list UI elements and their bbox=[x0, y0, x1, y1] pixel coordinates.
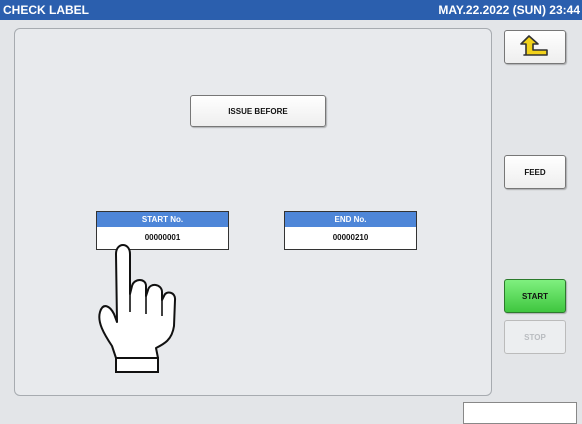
feed-button[interactable]: FEED bbox=[504, 155, 566, 189]
stop-button: STOP bbox=[504, 320, 566, 354]
start-no-label: START No. bbox=[97, 212, 228, 227]
return-arrow-icon bbox=[520, 35, 548, 56]
end-no-label: END No. bbox=[285, 212, 416, 227]
issue-before-button[interactable]: ISSUE BEFORE bbox=[190, 95, 326, 127]
screen-title: CHECK LABEL bbox=[3, 3, 89, 17]
status-field bbox=[463, 402, 577, 424]
back-button[interactable] bbox=[504, 30, 566, 64]
main-panel bbox=[14, 28, 492, 396]
start-button[interactable]: START bbox=[504, 279, 566, 313]
pointing-hand-icon bbox=[98, 244, 177, 373]
title-bar: CHECK LABEL MAY.22.2022 (SUN) 23:44 bbox=[0, 0, 582, 20]
date-time: MAY.22.2022 (SUN) 23:44 bbox=[438, 3, 580, 17]
end-no-field[interactable]: END No. 00000210 bbox=[284, 211, 417, 250]
end-no-value: 00000210 bbox=[332, 233, 369, 242]
